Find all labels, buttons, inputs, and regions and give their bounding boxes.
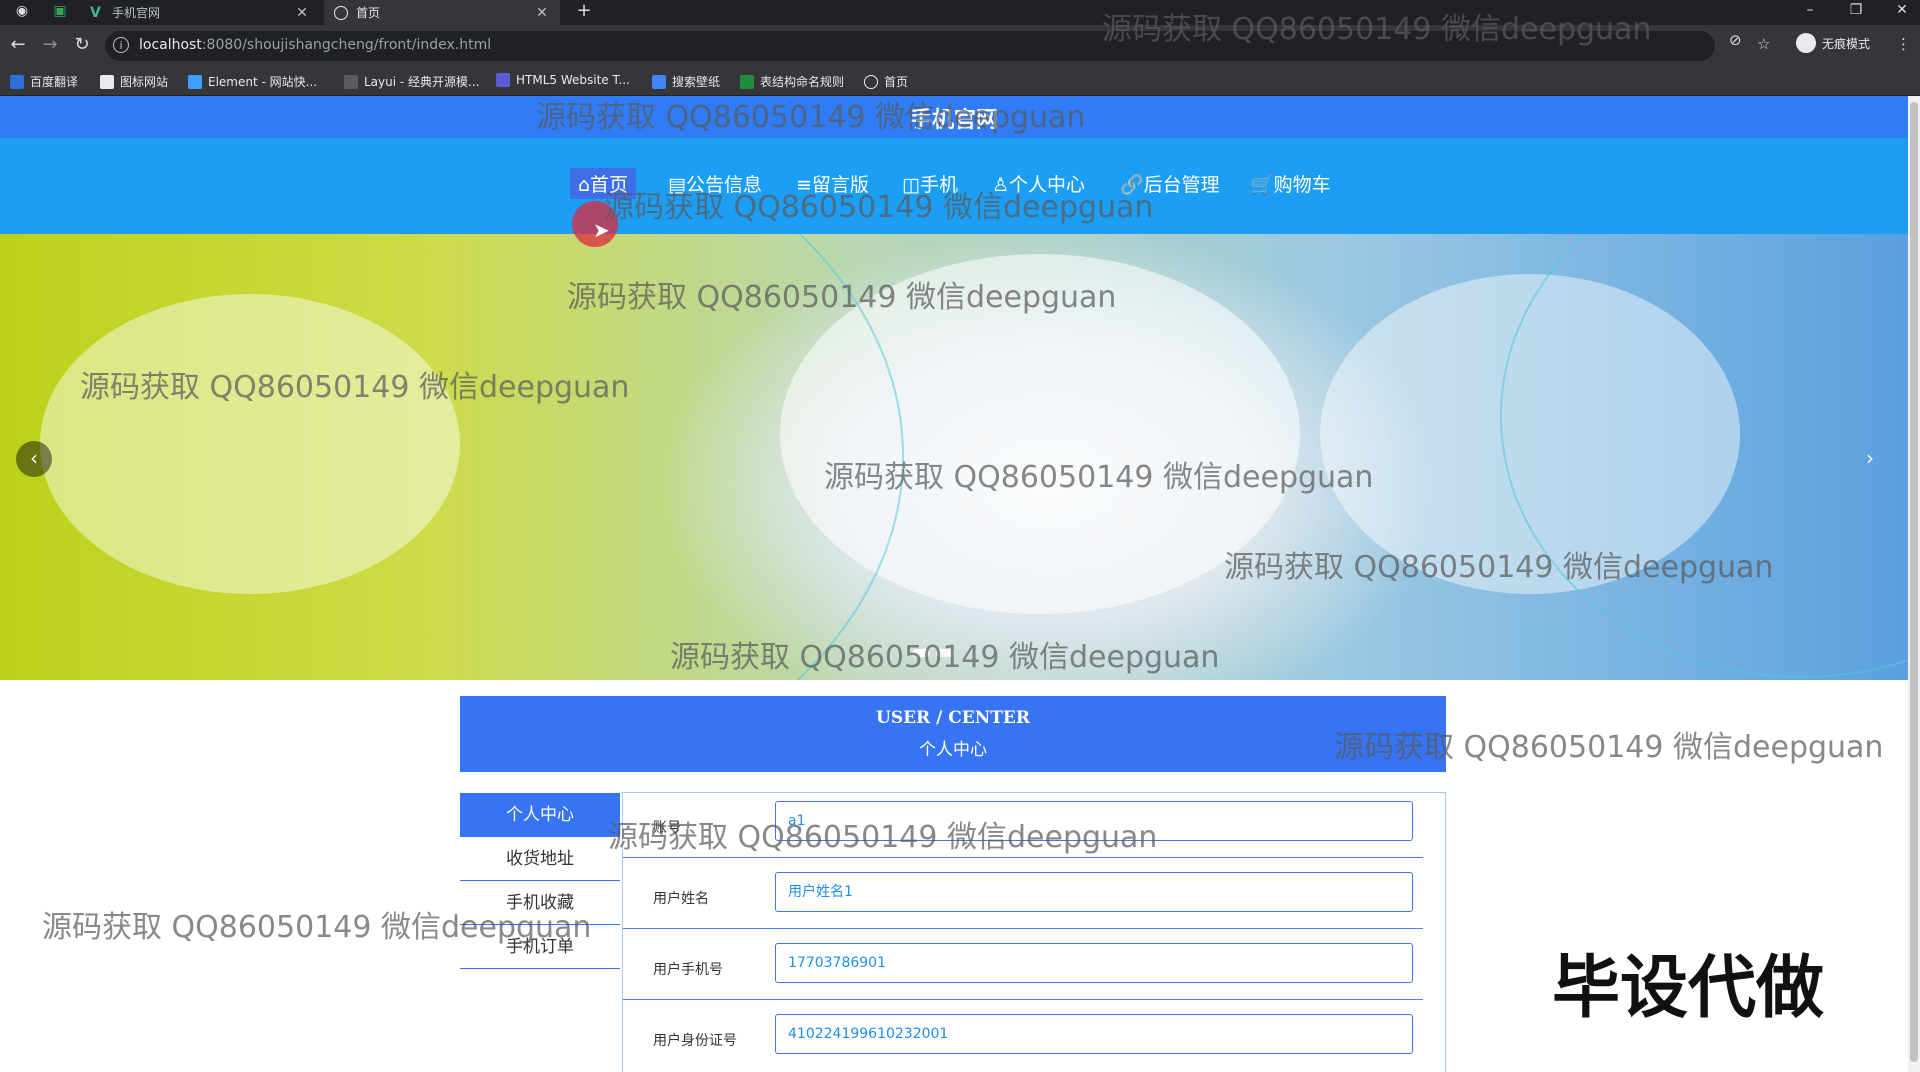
nav-phones[interactable]: ◫手机 <box>902 170 958 197</box>
idcard-input[interactable]: 410224199610232001 <box>775 1014 1413 1054</box>
nav-home[interactable]: ⌂首页 <box>570 168 637 199</box>
close-tab-icon[interactable]: ✕ <box>294 5 310 21</box>
profile-form: 账号 a1 用户姓名 用户姓名1 用户手机号 17703786901 用户身份证… <box>622 792 1446 1072</box>
site-info-icon[interactable]: i <box>113 37 129 53</box>
browser-menu-icon[interactable]: ◉ <box>12 3 32 19</box>
tab-shoujiguanwang[interactable]: V 手机官网 ✕ <box>80 0 320 25</box>
idcard-label: 用户身份证号 <box>653 1033 737 1049</box>
bookmarks-bar: 百度翻译 图标网站 Element - 网站快... Layui - 经典开源模… <box>0 67 1920 96</box>
nav-message-board[interactable]: ≡留言版 <box>796 170 869 197</box>
side-item-orders[interactable]: 手机订单 <box>460 925 620 969</box>
wallpaper-icon <box>652 74 666 89</box>
bookmark-label: Element - 网站快... <box>208 75 318 89</box>
name-label: 用户姓名 <box>653 891 709 907</box>
tab-title: 手机官网 <box>112 6 161 20</box>
bookmark-label: 搜索壁纸 <box>672 75 721 89</box>
element-icon <box>188 74 202 89</box>
page-viewport: 手机官网 ⌂首页 ▤公告信息 ≡留言版 ◫手机 ♙个人中心 🔗后台管理 🛒购物车… <box>0 96 1908 1072</box>
flag-icon <box>100 74 114 89</box>
html5-icon <box>496 73 510 87</box>
layui-icon <box>344 74 358 89</box>
vue-icon: V <box>90 4 101 21</box>
tab-shouye[interactable]: 首页 ✕ <box>324 0 560 25</box>
carousel-dot[interactable] <box>912 649 930 657</box>
mouse-cursor-icon: ➤ <box>593 218 610 242</box>
nav-announcements[interactable]: ▤公告信息 <box>668 170 762 197</box>
form-row-idcard: 用户身份证号 410224199610232001 <box>623 1006 1423 1070</box>
bookmark-label: HTML5 Website T... <box>516 73 630 87</box>
account-input[interactable]: a1 <box>775 801 1413 841</box>
name-input[interactable]: 用户姓名1 <box>775 872 1413 912</box>
new-tab-button[interactable]: + <box>574 0 594 21</box>
side-item-favorites[interactable]: 手机收藏 <box>460 881 620 925</box>
user-center-title-cn: 个人中心 <box>919 740 987 760</box>
nav-admin[interactable]: 🔗后台管理 <box>1120 170 1220 197</box>
carousel-prev-button[interactable]: ‹ <box>16 441 52 477</box>
browser-tabstrip: ◉ ▣ V 手机官网 ✕ 首页 ✕ + – ❐ ✕ <box>0 0 1920 25</box>
restore-button[interactable]: ❐ <box>1846 2 1866 18</box>
browser-toolbar: ← → ↻ i localhost:8080/shoujishangcheng/… <box>0 25 1920 67</box>
translate-icon <box>10 74 24 89</box>
carousel-banner[interactable]: ‹ › <box>0 234 1908 680</box>
account-label: 账号 <box>653 820 681 836</box>
forward-button[interactable]: → <box>38 33 62 57</box>
globe-icon <box>334 5 348 20</box>
close-window-button[interactable]: ✕ <box>1892 2 1912 18</box>
address-bar[interactable]: i localhost:8080/shoujishangcheng/front/… <box>105 31 1742 61</box>
form-row-account: 账号 a1 <box>623 793 1423 858</box>
carousel-dot[interactable] <box>936 649 954 657</box>
tab-title: 首页 <box>356 6 381 20</box>
user-center-title-en: USER / CENTER <box>876 708 1030 728</box>
globe-icon <box>864 74 878 89</box>
user-side-menu: 个人中心 收货地址 手机收藏 手机订单 <box>460 793 620 969</box>
url-text: localhost:8080/shoujishangcheng/front/in… <box>139 37 492 53</box>
more-menu-icon[interactable]: ⋮ <box>1896 35 1911 53</box>
banner-arc <box>1500 234 1908 678</box>
profile-label: 无痕模式 <box>1822 36 1871 51</box>
bookmark-label: 百度翻译 <box>30 75 79 89</box>
carousel-indicators <box>912 649 954 657</box>
carousel-next-button[interactable]: › <box>1852 441 1888 477</box>
bookmark-label: 图标网站 <box>120 75 169 89</box>
nav-user-center[interactable]: ♙个人中心 <box>992 170 1085 197</box>
eye-off-icon[interactable]: ⊘ <box>1729 31 1742 49</box>
bookmark-wallpaper[interactable]: 搜索壁纸 <box>652 73 720 90</box>
sheet-icon <box>740 74 754 89</box>
close-tab-icon[interactable]: ✕ <box>534 5 550 21</box>
site-title: 手机官网 <box>909 108 998 133</box>
phone-label: 用户手机号 <box>653 962 723 978</box>
banner-arc <box>0 234 904 680</box>
page-scrollbar[interactable] <box>1908 96 1920 1072</box>
incognito-profile[interactable]: 无痕模式 <box>1796 33 1870 53</box>
bookmark-label: Layui - 经典开源模... <box>364 75 480 89</box>
bookmark-naming-rules[interactable]: 表结构命名规则 <box>740 73 844 90</box>
bookmark-star-icon[interactable]: ☆ <box>1757 35 1770 53</box>
bookmark-home[interactable]: 首页 <box>864 73 908 90</box>
bookmark-label: 表结构命名规则 <box>760 75 845 89</box>
site-nav: ⌂首页 ▤公告信息 ≡留言版 ◫手机 ♙个人中心 🔗后台管理 🛒购物车 <box>0 138 1908 234</box>
bookmark-baidu-fanyi[interactable]: 百度翻译 <box>10 73 78 90</box>
side-item-profile[interactable]: 个人中心 <box>460 793 620 837</box>
incognito-icon <box>1796 33 1816 53</box>
phone-input[interactable]: 17703786901 <box>775 943 1413 983</box>
reload-button[interactable]: ↻ <box>70 33 94 57</box>
nav-cart[interactable]: 🛒购物车 <box>1250 170 1331 197</box>
bookmark-icon-site[interactable]: 图标网站 <box>100 73 168 90</box>
form-row-phone: 用户手机号 17703786901 <box>623 935 1423 1000</box>
side-item-address[interactable]: 收货地址 <box>460 837 620 881</box>
bookmark-html5[interactable]: HTML5 Website T... <box>496 73 630 87</box>
sheet-tab-icon[interactable]: ▣ <box>50 3 70 19</box>
back-button[interactable]: ← <box>6 33 30 57</box>
user-center-banner: USER / CENTER 个人中心 <box>460 696 1446 772</box>
minimize-button[interactable]: – <box>1800 2 1820 18</box>
form-row-name: 用户姓名 用户姓名1 <box>623 864 1423 929</box>
promo-text: 毕设代做 <box>1552 949 1825 1028</box>
bookmark-label: 首页 <box>884 75 909 89</box>
site-header: 手机官网 <box>0 96 1908 138</box>
bookmark-layui[interactable]: Layui - 经典开源模... <box>344 73 479 90</box>
scrollbar-thumb[interactable] <box>1910 102 1918 1062</box>
bookmark-element[interactable]: Element - 网站快... <box>188 73 317 90</box>
